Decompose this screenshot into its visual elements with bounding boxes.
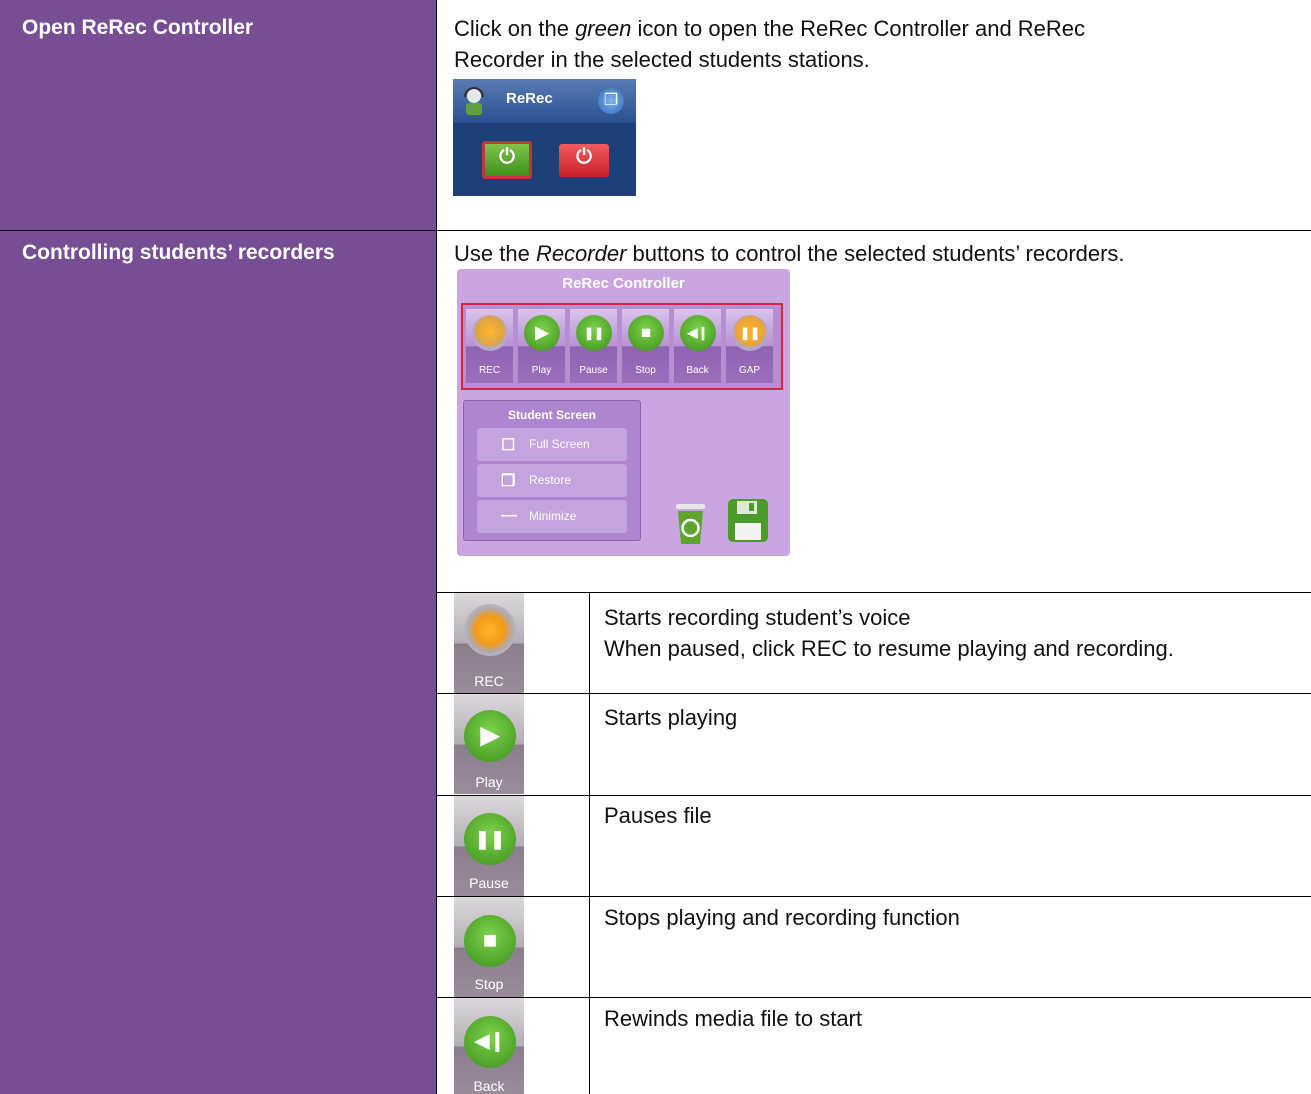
student-screen-panel: Student Screen ☐ Full Screen ❐ Restore —… <box>463 400 641 541</box>
pause-button[interactable]: ❚❚ Pause <box>570 309 617 383</box>
recorder-buttons-group: REC ▶ Play ❚❚ Pause ■ Stop ◀❙ Back ❚❚ GA… <box>461 303 783 390</box>
restore-button[interactable]: ❐ Restore <box>477 464 627 497</box>
restore-icon: ❐ <box>501 473 516 490</box>
function-description-rec: Starts recording student’s voice When pa… <box>604 602 1304 664</box>
pause-button-large: ❚❚ Pause <box>454 796 524 896</box>
desc-text: Click on the <box>454 16 576 41</box>
function-row-pause-icon-cell: ❚❚ Pause <box>454 796 529 896</box>
play-icon: ▶ <box>524 315 560 351</box>
row-description-open-controller: Click on the green icon to open the ReRe… <box>454 13 1304 75</box>
row-title-controlling-recorders: Controlling students’ recorders <box>22 241 335 264</box>
row-divider <box>437 896 1311 897</box>
desc-emphasis: Recorder <box>535 241 627 266</box>
description-line: Starts recording student’s voice <box>604 605 911 630</box>
rewind-icon: ◀❙ <box>680 315 716 351</box>
back-label: Back <box>473 1078 505 1094</box>
rerec-widget: ReRec ❐ ⏻ ⏻ <box>453 79 636 196</box>
desc-text: buttons to control the selected students… <box>626 241 1125 266</box>
pause-icon: ❚❚ <box>576 315 612 351</box>
back-button[interactable]: ◀❙ Back <box>674 309 721 383</box>
rec-button[interactable]: REC <box>466 309 513 383</box>
gap-label: GAP <box>738 365 761 376</box>
desc-text: Use the <box>454 241 536 266</box>
minimize-label: Minimize <box>529 509 577 523</box>
full-screen-button[interactable]: ☐ Full Screen <box>477 428 627 461</box>
stop-label: Stop <box>635 365 656 376</box>
stop-icon: ■ <box>628 315 664 351</box>
record-icon <box>472 315 508 351</box>
function-description-back: Rewinds media file to start <box>604 1006 862 1031</box>
row-divider <box>437 230 1311 231</box>
function-description-stop: Stops playing and recording function <box>604 905 960 930</box>
controller-title: ReRec Controller <box>562 275 685 292</box>
back-button-large: ◀❙ Back <box>454 998 524 1094</box>
row-divider <box>0 230 437 231</box>
student-screen-title: Student Screen <box>507 408 597 422</box>
play-button[interactable]: ▶ Play <box>518 309 565 383</box>
stop-label: Stop <box>474 976 504 992</box>
description-line: When paused, click REC to resume playing… <box>604 636 1174 661</box>
row-divider <box>437 795 1311 796</box>
play-button-large: ▶ Play <box>454 694 524 794</box>
play-icon: ▶ <box>464 710 516 762</box>
rec-label: REC <box>474 673 504 689</box>
stop-button[interactable]: ■ Stop <box>622 309 669 383</box>
rewind-icon: ◀❙ <box>464 1016 516 1068</box>
recycle-bin-icon[interactable] <box>674 500 707 545</box>
function-description-play: Starts playing <box>604 705 738 730</box>
row-title-open-controller: Open ReRec Controller <box>22 16 254 39</box>
minimize-icon: — <box>501 507 517 524</box>
save-icon[interactable] <box>727 498 769 543</box>
instruction-table: Open ReRec Controller Controlling studen… <box>0 0 1311 1094</box>
function-row-play-icon-cell: ▶ Play <box>454 694 529 794</box>
desc-emphasis: green <box>575 16 632 41</box>
play-label: Play <box>531 365 552 376</box>
function-row-rec-icon-cell: REC <box>454 593 529 693</box>
function-row-back-icon-cell: ◀❙ Back <box>454 998 529 1094</box>
play-label: Play <box>475 774 503 790</box>
pause-label: Pause <box>469 875 509 891</box>
power-icon: ⏻ <box>499 146 515 168</box>
feature-column: Open ReRec Controller Controlling studen… <box>0 0 437 1094</box>
column-divider <box>589 592 590 1094</box>
power-icon: ⏻ <box>576 146 592 168</box>
desc-text: icon to open the ReRec Controller and Re… <box>631 16 1086 41</box>
pause-icon: ❚❚ <box>464 813 516 865</box>
stop-button-large: ■ Stop <box>454 897 524 997</box>
rerec-controller-panel: ReRec Controller REC ▶ Play ❚❚ Pause ■ S… <box>457 269 790 556</box>
function-row-stop-icon-cell: ■ Stop <box>454 897 529 997</box>
full-screen-label: Full Screen <box>529 437 590 451</box>
pause-label: Pause <box>579 365 608 376</box>
restore-icon[interactable]: ❐ <box>598 88 624 114</box>
row-description-controlling-recorders: Use the Recorder buttons to control the … <box>454 238 1309 269</box>
stop-icon: ■ <box>464 915 516 967</box>
row-divider <box>437 592 1311 593</box>
rerec-title: ReRec <box>506 90 553 107</box>
rec-button-large: REC <box>454 593 524 693</box>
rerec-widget-header: ReRec ❐ <box>453 79 636 123</box>
record-icon <box>464 604 516 656</box>
row-divider <box>437 997 1311 998</box>
desc-text: Recorder in the selected students statio… <box>454 47 870 72</box>
function-description-pause: Pauses file <box>604 803 712 828</box>
restore-label: Restore <box>529 473 572 487</box>
gap-icon: ❚❚ <box>732 315 768 351</box>
power-on-button[interactable]: ⏻ <box>482 141 532 179</box>
fullscreen-icon: ☐ <box>501 437 516 454</box>
rec-label: REC <box>478 365 501 376</box>
headset-icon <box>464 87 484 115</box>
gap-button[interactable]: ❚❚ GAP <box>726 309 773 383</box>
back-label: Back <box>686 365 709 376</box>
minimize-button[interactable]: — Minimize <box>477 500 627 533</box>
power-off-button[interactable]: ⏻ <box>559 144 609 177</box>
row-divider <box>437 693 1311 694</box>
